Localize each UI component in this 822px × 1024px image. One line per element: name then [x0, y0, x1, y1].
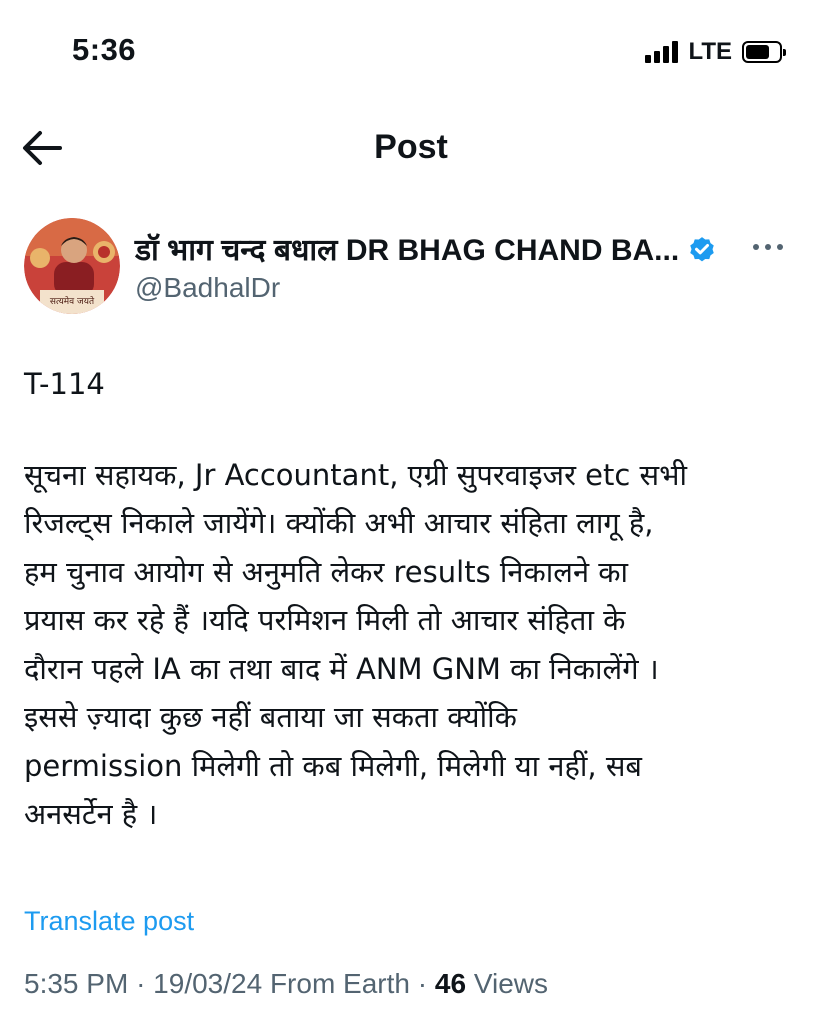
- author-name-row[interactable]: डॉ भाग चन्द बधाल DR BHAG CHAND BA...: [135, 228, 717, 269]
- status-indicators: LTE: [645, 38, 786, 66]
- post-text-line: प्रयास कर रहे हैं ।यदि परमिशन मिली तो आच…: [24, 603, 626, 637]
- more-icon: [753, 244, 783, 250]
- author-display-name: डॉ भाग चन्द बधाल DR BHAG CHAND BA...: [135, 234, 680, 267]
- post-text-line: इससे ज़्यादा कुछ नहीं बताया जा सकता क्यो…: [24, 700, 517, 734]
- verified-badge-icon: [690, 236, 714, 261]
- post-text-line: सूचना सहायक, Jr Accountant, एग्री सुपरवा…: [24, 457, 688, 492]
- post-text-line: दौरान पहले IA का तथा बाद में ANM GNM का …: [24, 651, 659, 686]
- post-time: 5:35 PM: [24, 968, 129, 999]
- author-handle[interactable]: @BadhalDr: [135, 272, 280, 304]
- network-type: LTE: [688, 38, 732, 65]
- battery-icon: [742, 41, 786, 63]
- post-text-line: T-114: [24, 367, 105, 401]
- post-text-line: अनसर्टेन है ।: [24, 797, 158, 831]
- views-count[interactable]: 46: [435, 968, 466, 999]
- page-title: Post: [374, 128, 448, 166]
- post-date: 19/03/24: [153, 968, 263, 999]
- post: सत्यमेव जयते डॉ भाग चन्द बधाल DR BHAG CH…: [0, 210, 822, 999]
- more-options-button[interactable]: [748, 232, 788, 262]
- signal-icon: [645, 41, 679, 63]
- nav-header: Post: [0, 110, 822, 186]
- post-source: From Earth: [269, 968, 410, 999]
- avatar[interactable]: सत्यमेव जयते: [24, 218, 120, 314]
- meta-separator: ·: [136, 968, 146, 999]
- post-meta: 5:35 PM · 19/03/24 From Earth · 46 Views: [24, 968, 548, 1000]
- status-bar: 5:36 LTE: [0, 0, 822, 100]
- post-text-line: रिजल्ट्स निकाले जायेंगे। क्योंकी अभी आचा…: [24, 506, 654, 540]
- avatar-image: सत्यमेव जयते: [24, 218, 120, 314]
- views-label[interactable]: Views: [474, 968, 548, 999]
- post-text-line: हम चुनाव आयोग से अनुमति लेकर results निक…: [24, 554, 629, 589]
- post-text: T-114 सूचना सहायक, Jr Accountant, एग्री …: [24, 360, 804, 839]
- avatar-caption: सत्यमेव जयते: [50, 295, 95, 307]
- meta-separator: ·: [417, 968, 428, 999]
- post-text-line: permission मिलेगी तो कब मिलेगी, मिलेगी य…: [24, 748, 642, 783]
- status-time: 5:36: [72, 32, 137, 67]
- author-row: सत्यमेव जयते डॉ भाग चन्द बधाल DR BHAG CH…: [0, 210, 822, 320]
- translate-post-link[interactable]: Translate post: [24, 906, 194, 937]
